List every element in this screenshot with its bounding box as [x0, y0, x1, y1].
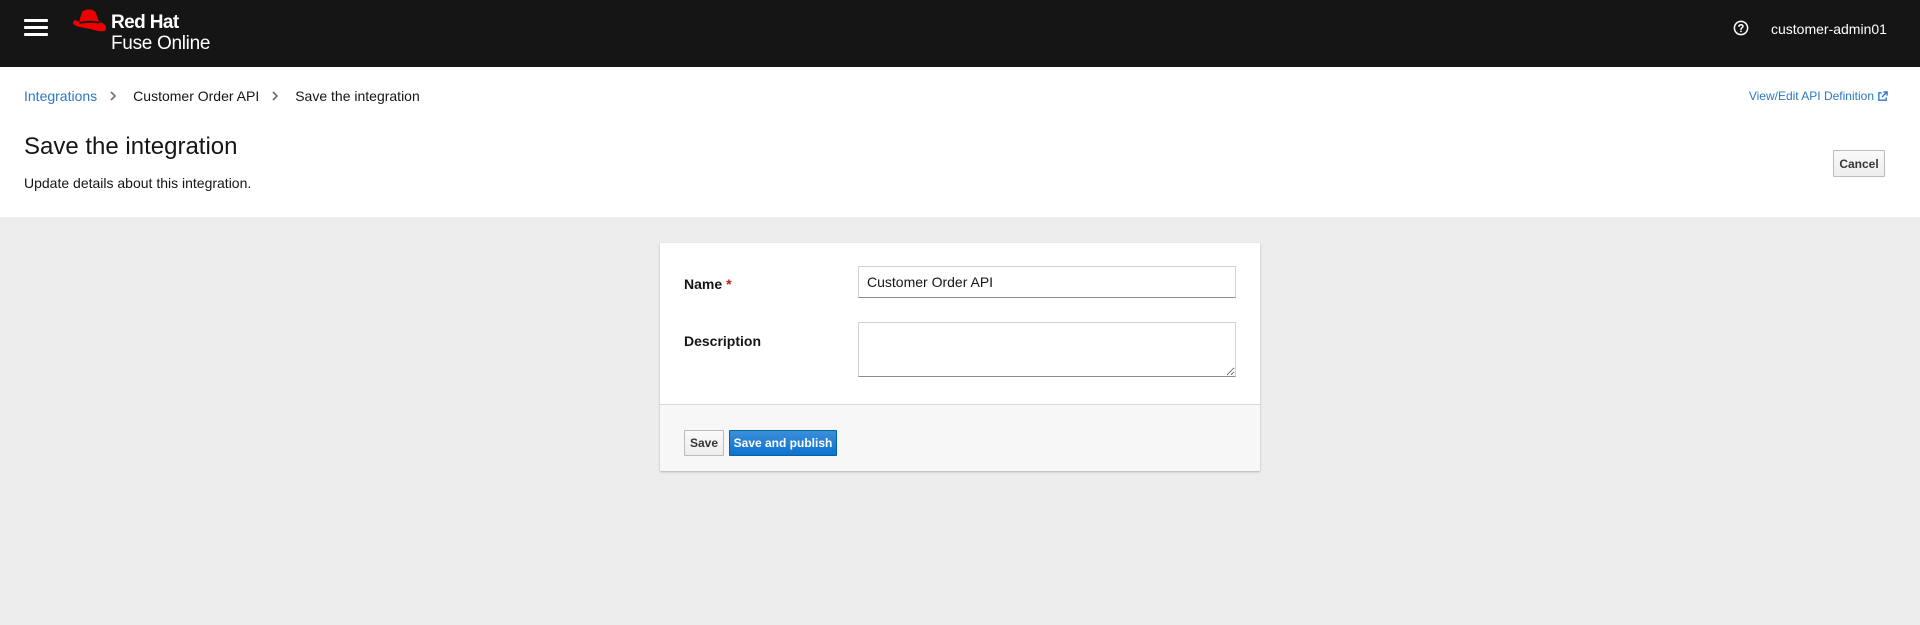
page-header: Integrations Customer Order API Save the…	[0, 67, 1920, 217]
form-footer: Save Save and publish	[660, 404, 1260, 471]
save-and-publish-button[interactable]: Save and publish	[729, 430, 837, 456]
external-link-icon	[1878, 90, 1888, 101]
user-menu[interactable]: customer-admin01	[1771, 20, 1887, 38]
name-input[interactable]	[858, 266, 1236, 298]
api-link-label: View/Edit API Definition	[1748, 89, 1874, 103]
hamburger-menu-icon[interactable]	[24, 17, 48, 41]
logo-brand-text: Red Hat	[111, 12, 179, 33]
description-textarea[interactable]	[858, 322, 1236, 377]
page-title: Save the integration	[24, 133, 238, 160]
view-edit-api-definition-link[interactable]: View/Edit API Definition	[1749, 88, 1888, 104]
name-label-text: Name	[684, 276, 723, 292]
breadcrumb-integrations-link[interactable]: Integrations	[24, 87, 97, 105]
logo-product-text: Fuse Online	[111, 33, 211, 54]
breadcrumb: Integrations Customer Order API Save the…	[24, 87, 420, 105]
chevron-right-icon	[272, 91, 279, 101]
required-asterisk: *	[726, 276, 732, 292]
page-description: Update details about this integration.	[24, 175, 252, 191]
breadcrumb-current: Save the integration	[295, 88, 420, 104]
masthead: Red Hat Fuse Online customer-admin01	[0, 0, 1920, 67]
red-hat-fuse-online-logo[interactable]: Red Hat Fuse Online	[72, 8, 232, 56]
save-button[interactable]: Save	[684, 430, 724, 456]
question-circle-icon[interactable]	[1733, 20, 1749, 36]
cancel-button[interactable]: Cancel	[1833, 150, 1885, 177]
description-label: Description	[684, 333, 762, 349]
red-hat-fedora-icon	[73, 9, 107, 32]
breadcrumb-customer-order-api[interactable]: Customer Order API	[133, 87, 259, 105]
integration-form-card: Name* Description Save Save and publish	[660, 243, 1260, 471]
name-label: Name *	[684, 275, 732, 293]
chevron-right-icon	[110, 91, 117, 101]
